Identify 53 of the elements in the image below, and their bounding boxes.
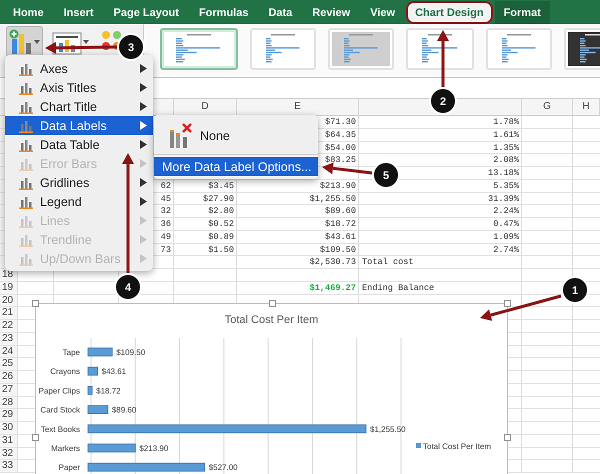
table-cell: 1.61% — [493, 130, 519, 140]
table-cell: 32 — [160, 206, 171, 216]
table-cell: 2.24% — [493, 206, 519, 216]
table-cell: 13.18% — [488, 168, 519, 178]
table-cell: $71.30 — [325, 117, 356, 127]
data-label: $89.60 — [112, 406, 136, 415]
category-label: Markers — [51, 444, 80, 453]
table-cell: 1.09% — [493, 232, 519, 242]
category-label: Tape — [62, 348, 80, 357]
data-label: $18.72 — [96, 386, 121, 396]
table-cell: 2.74% — [493, 244, 519, 254]
table-cell: Total cost — [362, 257, 414, 268]
table-cell: 62 — [160, 180, 171, 191]
table-cell: $27.90 — [203, 194, 234, 204]
table-cell: 5.35% — [493, 180, 519, 191]
table-cell: $2.80 — [208, 206, 234, 216]
table-cell: $18.72 — [325, 219, 356, 229]
table-cell: $2,530.73 — [310, 257, 356, 268]
table-cell: $54.00 — [325, 142, 356, 152]
table-cell: $0.52 — [208, 219, 234, 229]
table-cell: Ending Balance — [362, 282, 434, 293]
data-label: $43.61 — [102, 367, 126, 376]
data-label: $213.90 — [139, 444, 168, 453]
table-cell: 1.35% — [493, 142, 519, 152]
table-cell: 2.08% — [493, 155, 519, 166]
category-label: Crayons — [50, 367, 80, 376]
table-cell: $1,255.50 — [310, 194, 356, 204]
table-cell: 45 — [160, 194, 171, 204]
data-label: $527.00 — [208, 463, 238, 472]
data-label: $1,255.50 — [370, 424, 406, 434]
table-cell: $213.90 — [320, 180, 356, 191]
table-cell: $1,469.27 — [310, 282, 356, 293]
chart-title: Total Cost Per Item — [224, 314, 318, 326]
category-label: Paper — [58, 463, 80, 472]
table-cell: $0.89 — [208, 232, 234, 242]
table-cell: 0.47% — [493, 219, 519, 229]
table-cell: 31.39% — [488, 194, 519, 204]
table-cell: 36 — [160, 219, 171, 229]
table-cell: 73 — [160, 244, 171, 254]
table-cell: $43.61 — [325, 232, 356, 242]
table-cell: $109.50 — [320, 244, 356, 254]
table-cell: $83.25 — [325, 155, 356, 166]
table-cell: $3.45 — [208, 180, 234, 191]
data-label: $109.50 — [116, 348, 146, 357]
table-cell: 1.78% — [493, 117, 519, 127]
category-label: Text Books — [40, 424, 80, 434]
category-label: Paper Clips — [38, 386, 80, 396]
legend-label: Total Cost Per Item — [423, 442, 492, 451]
table-cell: $1.50 — [208, 244, 234, 254]
table-cell: $89.60 — [325, 206, 356, 216]
table-cell: $64.35 — [325, 130, 356, 140]
category-label: Card Stock — [40, 406, 80, 415]
table-cell: 49 — [160, 232, 171, 242]
